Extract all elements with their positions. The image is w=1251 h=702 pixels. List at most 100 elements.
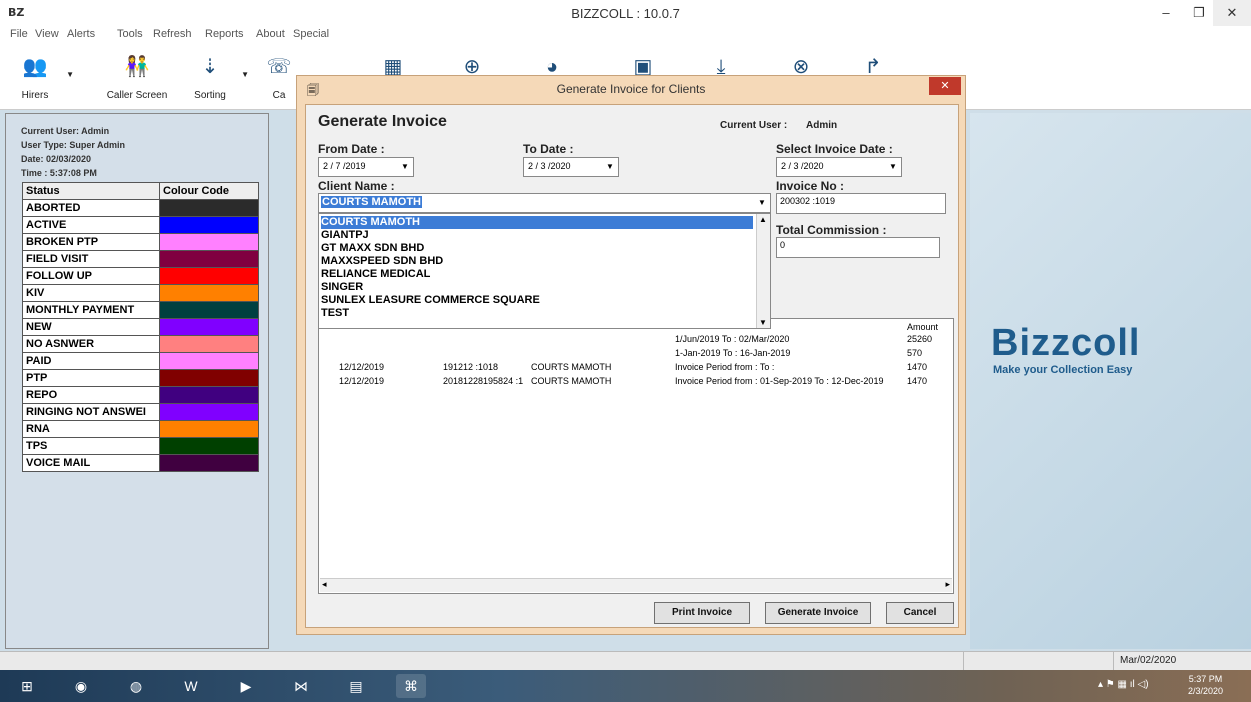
scroll-up-icon[interactable]: ▲ bbox=[759, 215, 767, 224]
chrome-icon[interactable]: ◉ bbox=[66, 674, 96, 698]
system-tray[interactable]: ▴ ⚑ ▦ ıl ◁) bbox=[1098, 679, 1149, 690]
chevron-down-icon[interactable]: ▼ bbox=[241, 70, 249, 79]
status-row: NEW bbox=[22, 318, 259, 336]
client-option[interactable]: SUNLEX LEASURE COMMERCE SQUARE bbox=[321, 294, 753, 307]
close-button[interactable]: ✕ bbox=[1213, 0, 1251, 26]
client-option[interactable]: GIANTPJ bbox=[321, 229, 753, 242]
to-date-picker[interactable]: 2 / 3 /2020 ▼ bbox=[523, 157, 619, 177]
invoice-date-picker[interactable]: 2 / 3 /2020 ▼ bbox=[776, 157, 902, 177]
file-explorer-icon[interactable]: ▤ bbox=[341, 674, 371, 698]
caller-screen-button[interactable]: 👫 Caller Screen bbox=[102, 48, 172, 106]
status-row: MONTHLY PAYMENT bbox=[22, 301, 259, 319]
colour-swatch bbox=[159, 284, 259, 302]
user-type: User Type: Super Admin bbox=[21, 140, 126, 150]
status-row: KIV bbox=[22, 284, 259, 302]
status-label: PAID bbox=[22, 352, 160, 370]
table-row[interactable]: 12/12/2019 191212 :1018 COURTS MAMOTH Invoi… bbox=[319, 361, 955, 375]
chevron-down-icon[interactable]: ▼ bbox=[886, 159, 900, 175]
table-cell-client: COURTS MAMOTH bbox=[531, 362, 612, 372]
call-button[interactable]: ☏ Ca bbox=[264, 48, 294, 106]
status-row: PAID bbox=[22, 352, 259, 370]
app-title: BIZZCOLL : 10.0.7 bbox=[571, 6, 680, 21]
menu-reports[interactable]: Reports bbox=[205, 28, 244, 40]
status-label: NO ASNWER bbox=[22, 335, 160, 353]
dialog-heading: Generate Invoice bbox=[318, 113, 447, 130]
current-user-label: Current User : bbox=[720, 120, 788, 131]
from-date-picker[interactable]: 2 / 7 /2019 ▼ bbox=[318, 157, 414, 177]
dialog-close-button[interactable]: ✕ bbox=[929, 77, 961, 95]
from-date-label: From Date : bbox=[318, 142, 385, 156]
status-label: RNA bbox=[22, 420, 160, 438]
bizzcoll-app-icon[interactable]: ⌘ bbox=[396, 674, 426, 698]
menu-tools[interactable]: Tools bbox=[117, 28, 143, 40]
colour-swatch bbox=[159, 216, 259, 234]
client-option[interactable]: SINGER bbox=[321, 281, 753, 294]
scroll-right-icon[interactable]: ▸ bbox=[945, 579, 950, 590]
table-row[interactable]: 12/12/2019 20181228195824 :1 COURTS MAMOTH… bbox=[319, 375, 955, 389]
word-icon[interactable]: W bbox=[176, 674, 206, 698]
menu-about[interactable]: About bbox=[256, 28, 285, 40]
taskbar: ⊞ ◉ ◍ W ▶ ⋈ ▤ ⌘ ▴ ⚑ ▦ ıl ◁) 5:37 PM 2/3/… bbox=[0, 670, 1251, 702]
table-row[interactable]: 1/Jun/2019 To : 02/Mar/2020 25260 bbox=[319, 333, 955, 347]
status-row: FOLLOW UP bbox=[22, 267, 259, 285]
client-option[interactable]: TEST bbox=[321, 307, 753, 320]
generate-invoice-button[interactable]: Generate Invoice bbox=[765, 602, 871, 624]
menu-refresh[interactable]: Refresh bbox=[153, 28, 192, 40]
client-option[interactable]: MAXXSPEED SDN BHD bbox=[321, 255, 753, 268]
time-text: Time : 5:37:08 PM bbox=[21, 168, 97, 178]
chevron-down-icon[interactable]: ▼ bbox=[603, 159, 617, 175]
table-cell-amount: 1470 bbox=[907, 376, 928, 386]
status-label: VOICE MAIL bbox=[22, 454, 160, 472]
visual-studio-icon[interactable]: ⋈ bbox=[286, 674, 316, 698]
status-row: VOICE MAIL bbox=[22, 454, 259, 472]
client-option[interactable]: COURTS MAMOTH bbox=[321, 216, 753, 229]
users-icon: 👥 bbox=[22, 56, 48, 78]
invoice-no-field[interactable]: 200302 :1019 bbox=[776, 193, 946, 214]
colour-swatch bbox=[159, 250, 259, 268]
brand-logo: Bizzcoll bbox=[991, 322, 1141, 364]
current-user: Current User: Admin bbox=[21, 126, 110, 136]
chevron-down-icon[interactable]: ▼ bbox=[755, 195, 769, 211]
table-cell-period: Invoice Period from : To : bbox=[675, 362, 775, 372]
status-row: ACTIVE bbox=[22, 216, 259, 234]
phone-icon: ☏ bbox=[266, 56, 292, 78]
scroll-down-icon[interactable]: ▼ bbox=[759, 318, 767, 327]
status-row: TPS bbox=[22, 437, 259, 455]
sorting-button[interactable]: ⇣ Sorting ▼ bbox=[185, 48, 249, 106]
amount-header: Amount bbox=[907, 322, 939, 332]
cancel-button[interactable]: Cancel bbox=[886, 602, 954, 624]
menu-file[interactable]: File bbox=[10, 28, 28, 40]
client-option[interactable]: RELIANCE MEDICAL bbox=[321, 268, 753, 281]
colour-swatch bbox=[159, 386, 259, 404]
list-scrollbar[interactable]: ▲ ▼ bbox=[756, 214, 770, 328]
scroll-left-icon[interactable]: ◂ bbox=[322, 579, 327, 590]
total-commission-field[interactable]: 0 bbox=[776, 237, 940, 258]
print-invoice-button[interactable]: Print Invoice bbox=[654, 602, 750, 624]
sort-az-icon: ⇣ bbox=[201, 56, 219, 78]
status-label: KIV bbox=[22, 284, 160, 302]
menu-alerts[interactable]: Alerts bbox=[67, 28, 95, 40]
chevron-down-icon[interactable]: ▼ bbox=[66, 70, 74, 79]
dialog-body: Generate Invoice Current User : Admin Fr… bbox=[305, 104, 959, 628]
table-cell-period: 1/Jun/2019 To : 02/Mar/2020 bbox=[675, 334, 790, 344]
menu-view[interactable]: View bbox=[35, 28, 59, 40]
table-cell-invno: 191212 :1018 bbox=[443, 362, 499, 372]
horizontal-scrollbar[interactable]: ◂ ▸ bbox=[320, 578, 952, 592]
clock[interactable]: 5:37 PM 2/3/2020 bbox=[1188, 673, 1223, 697]
menu-special[interactable]: Special bbox=[293, 28, 329, 40]
firefox-icon[interactable]: ◍ bbox=[121, 674, 151, 698]
colour-swatch bbox=[159, 301, 259, 319]
media-icon[interactable]: ▶ bbox=[231, 674, 261, 698]
table-row[interactable]: 1-Jan-2019 To : 16-Jan-2019 570 bbox=[319, 347, 955, 361]
client-name-combo[interactable]: COURTS MAMOTH ▼ bbox=[318, 193, 771, 213]
invoice-grid: Amount 1/Jun/2019 To : 02/Mar/2020 25260 1… bbox=[318, 318, 954, 594]
brand-tagline: Make your Collection Easy bbox=[993, 364, 1133, 376]
status-label: ACTIVE bbox=[22, 216, 160, 234]
table-cell-date: 12/12/2019 bbox=[339, 362, 385, 372]
total-commission-label: Total Commission : bbox=[776, 223, 887, 237]
chevron-down-icon[interactable]: ▼ bbox=[398, 159, 412, 175]
windows-start-icon[interactable]: ⊞ bbox=[12, 674, 42, 698]
client-option[interactable]: GT MAXX SDN BHD bbox=[321, 242, 753, 255]
hirers-button[interactable]: 👥 Hirers ▼ bbox=[10, 48, 74, 106]
status-label: RINGING NOT ANSWEI bbox=[22, 403, 160, 421]
